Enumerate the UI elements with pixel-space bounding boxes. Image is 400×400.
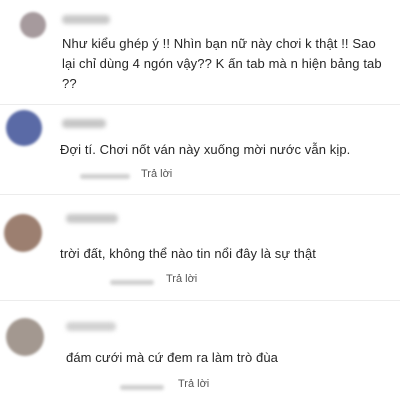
comment-text-line: trời đất, không thể nào tin nổi đây là s…	[60, 246, 316, 261]
avatar[interactable]	[6, 110, 42, 146]
divider	[0, 300, 400, 301]
timestamp-blurred	[110, 280, 154, 285]
comment-text-line: lại chỉ dùng 4 ngón vậy?? K ấn tab mà n …	[62, 56, 382, 71]
comment-text-line: đám cưới mà cứ đem ra làm trò đùa	[66, 350, 279, 365]
avatar[interactable]	[6, 318, 44, 356]
commenter-name-blurred	[62, 119, 106, 128]
divider	[0, 104, 400, 105]
comment-text-line: ??	[62, 76, 77, 91]
avatar[interactable]	[20, 12, 46, 38]
comment-text-line: Đợi tí. Chơi nốt ván này xuống mời nước …	[60, 142, 351, 157]
timestamp-blurred	[120, 385, 164, 390]
timestamp-blurred	[80, 174, 130, 179]
divider	[0, 194, 400, 195]
comment-thread: Như kiểu ghép ý !! Nhìn bạn nữ này chơi …	[0, 0, 400, 400]
reply-button[interactable]: Trả lời	[166, 273, 197, 285]
comment-text: Đợi tí. Chơi nốt ván này xuống mời nước …	[60, 140, 390, 160]
comment-text: đám cưới mà cứ đem ra làm trò đùa	[66, 348, 396, 368]
comment-text: Như kiểu ghép ý !! Nhìn bạn nữ này chơi …	[62, 34, 392, 94]
comment-text: trời đất, không thể nào tin nổi đây là s…	[60, 244, 390, 264]
commenter-name-blurred	[66, 322, 116, 331]
reply-button[interactable]: Trả lời	[141, 168, 172, 180]
comment-text-line: Như kiểu ghép ý !! Nhìn bạn nữ này chơi …	[62, 36, 376, 51]
reply-button[interactable]: Trả lời	[178, 378, 209, 390]
avatar[interactable]	[4, 214, 42, 252]
commenter-name-blurred	[66, 214, 118, 223]
commenter-name-blurred	[62, 15, 110, 24]
